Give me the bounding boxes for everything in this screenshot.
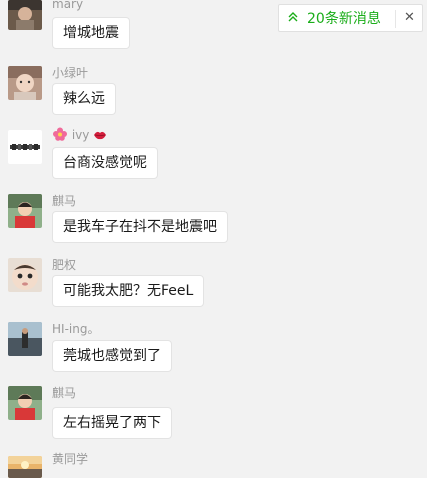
lips-emoji-icon bbox=[93, 129, 107, 143]
message-bubble: 是我车子在抖不是地震吧 bbox=[52, 211, 228, 243]
message-bubble: 莞城也感觉到了 bbox=[52, 340, 172, 372]
sender-name: ivy bbox=[52, 127, 107, 144]
sender-name: 麒马 bbox=[52, 386, 77, 400]
sender-name: 小绿叶 bbox=[52, 66, 89, 80]
flower-emoji-icon bbox=[52, 127, 68, 144]
message-bubble: 辣么远 bbox=[52, 83, 116, 115]
double-chevron-up-icon bbox=[279, 11, 307, 26]
avatar[interactable] bbox=[8, 130, 42, 164]
avatar[interactable] bbox=[8, 0, 42, 30]
avatar[interactable] bbox=[8, 66, 42, 100]
new-messages-banner[interactable]: 20条新消息 ✕ bbox=[278, 4, 423, 32]
sender-name: mary bbox=[52, 0, 84, 11]
avatar[interactable] bbox=[8, 386, 42, 420]
new-messages-count[interactable]: 20条新消息 bbox=[307, 8, 381, 28]
sender-name: 肥权 bbox=[52, 258, 77, 272]
sender-name: HI-ing。 bbox=[52, 322, 100, 336]
message-bubble: 左右摇晃了两下 bbox=[52, 407, 172, 439]
sender-name: 黄同学 bbox=[52, 452, 89, 466]
close-icon[interactable]: ✕ bbox=[396, 5, 423, 31]
sender-name: 麒马 bbox=[52, 194, 77, 208]
chat-message-list[interactable]: mary 增城地震 小绿叶 辣么远 ivy 台商没感觉呢 麒马 是我车子在抖不是… bbox=[0, 0, 427, 478]
sender-name-text: ivy bbox=[71, 128, 90, 142]
avatar[interactable] bbox=[8, 322, 42, 356]
message-bubble: 可能我太肥？无FeeL bbox=[52, 275, 205, 307]
message-bubble: 增城地震 bbox=[52, 17, 130, 49]
avatar[interactable] bbox=[8, 258, 42, 292]
message-bubble: 台商没感觉呢 bbox=[52, 147, 158, 179]
avatar[interactable] bbox=[8, 194, 42, 228]
avatar[interactable] bbox=[8, 456, 42, 478]
